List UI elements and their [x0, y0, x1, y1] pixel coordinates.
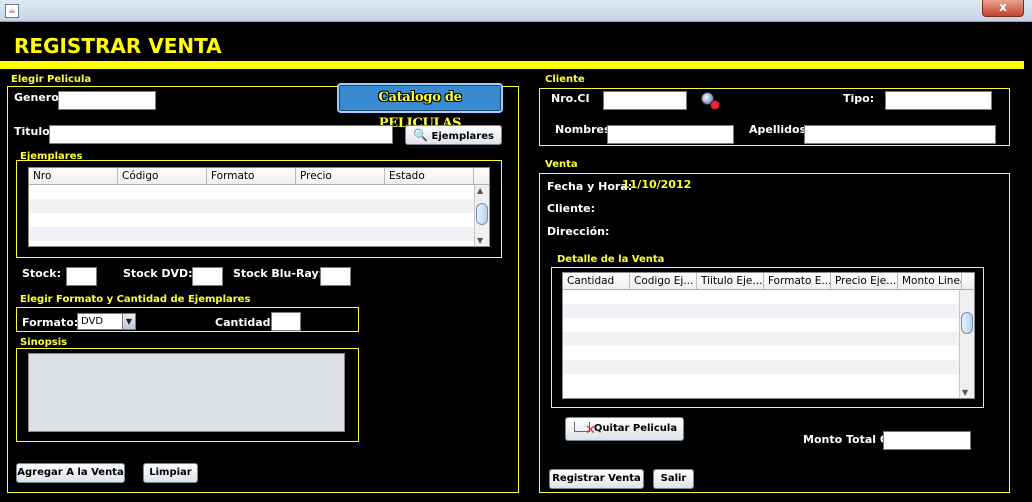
formato-section-label: Elegir Formato y Cantidad de Ejemplares	[20, 294, 251, 305]
sinopsis-section-label: Sinopsis	[20, 337, 68, 348]
chevron-down-icon[interactable]: ▼	[122, 314, 135, 329]
magnifier-icon: 🔍	[413, 128, 428, 142]
nombres-field[interactable]	[607, 125, 734, 144]
table-row[interactable]	[563, 360, 974, 374]
nombres-label: Nombres:	[555, 123, 615, 136]
registrar-venta-button[interactable]: Registrar Venta	[549, 469, 644, 489]
detalle-table-header: Cantidad Codigo Ej... Tiitulo Eje... For…	[563, 273, 974, 290]
col-monto-linea[interactable]: Monto Linea	[898, 273, 962, 289]
cantidad-label: Cantidad:	[215, 316, 275, 329]
agregar-venta-button[interactable]: Agregar A la Venta	[16, 463, 125, 483]
col-estado[interactable]: Estado	[385, 168, 474, 184]
table-row[interactable]	[29, 185, 489, 199]
formato-selected: DVD	[81, 316, 104, 327]
scroll-down-icon[interactable]: ▼	[962, 388, 968, 397]
catalogo-peliculas-button[interactable]: Catalogo de PELICULAS	[337, 83, 503, 131]
table-row[interactable]	[29, 213, 489, 227]
table-row[interactable]	[563, 290, 974, 304]
genero-label: Genero:	[14, 91, 64, 104]
limpiar-button[interactable]: Limpiar	[143, 463, 198, 483]
ejemplares-button-label: Ejemplares	[431, 131, 494, 142]
cart-remove-icon: ✕	[574, 421, 596, 437]
stock-dvd-field[interactable]	[192, 267, 223, 286]
elegir-pelicula-label: Elegir Pelicula	[11, 74, 92, 85]
table-row[interactable]	[563, 304, 974, 318]
stock-dvd-label: Stock DVD:	[123, 267, 193, 280]
table-row[interactable]	[563, 332, 974, 346]
genero-field[interactable]	[58, 91, 156, 110]
cliente-section-label: Cliente	[545, 74, 585, 85]
stock-label: Stock:	[22, 267, 61, 280]
col-codigo[interactable]: Código	[118, 168, 207, 184]
col-nro[interactable]: Nro	[29, 168, 118, 184]
apellidos-label: Apellidos:	[749, 123, 811, 136]
direccion-label: Dirección:	[547, 225, 610, 238]
table-row[interactable]	[563, 346, 974, 360]
ejemplares-scrollbar[interactable]: ▲ ▼	[474, 185, 489, 246]
detalle-scrollbar[interactable]: ▼	[959, 290, 974, 398]
apellidos-field[interactable]	[804, 125, 996, 144]
quitar-pelicula-button[interactable]: ✕ Quitar Pelicula	[565, 417, 684, 441]
scroll-thumb[interactable]	[476, 203, 488, 225]
col-cantidad[interactable]: Cantidad	[563, 273, 630, 289]
sinopsis-textarea[interactable]	[28, 353, 345, 432]
tipo-field[interactable]	[885, 91, 992, 110]
monto-total-field[interactable]	[883, 431, 971, 450]
window-titlebar: ☕ x	[0, 0, 1032, 22]
ejemplares-table-header: Nro Código Formato Precio Estado	[29, 168, 489, 185]
nro-ci-field[interactable]	[603, 91, 687, 110]
scroll-down-icon[interactable]: ▼	[477, 236, 483, 245]
table-row[interactable]	[563, 318, 974, 332]
ejemplares-table[interactable]: Nro Código Formato Precio Estado ▲ ▼	[28, 167, 490, 247]
titulo-field[interactable]	[49, 125, 393, 144]
table-row[interactable]	[563, 374, 974, 388]
detalle-section-label: Detalle de la Venta	[557, 254, 665, 265]
col-titulo-ej[interactable]: Tiitulo Eje...	[697, 273, 764, 289]
scroll-up-icon[interactable]: ▲	[477, 186, 483, 195]
cliente-label: Cliente:	[547, 202, 596, 215]
col-formato[interactable]: Formato	[207, 168, 296, 184]
fecha-hora-value: 11/10/2012	[622, 178, 692, 191]
col-precio[interactable]: Precio	[296, 168, 385, 184]
formato-label: Formato:	[22, 316, 79, 329]
table-row[interactable]	[29, 199, 489, 213]
page-title: REGISTRAR VENTA	[14, 34, 222, 58]
registrar-venta-window: REGISTRAR VENTA Elegir Pelicula Genero: …	[0, 22, 1032, 502]
salir-button[interactable]: Salir	[653, 469, 694, 489]
window-close-button[interactable]: x	[982, 0, 1024, 17]
col-precio-ej[interactable]: Precio Eje...	[831, 273, 898, 289]
nro-ci-label: Nro.CI	[551, 92, 590, 105]
col-formato-ej[interactable]: Formato E...	[764, 273, 831, 289]
tipo-label: Tipo:	[843, 92, 875, 105]
detalle-venta-table[interactable]: Cantidad Codigo Ej... Tiitulo Eje... For…	[562, 272, 975, 399]
cantidad-field[interactable]	[271, 312, 301, 331]
search-user-icon[interactable]	[699, 91, 723, 111]
formato-select[interactable]: DVD ▼	[77, 313, 136, 330]
title-divider	[0, 61, 1024, 69]
scroll-thumb[interactable]	[961, 312, 973, 334]
stock-bluray-label: Stock Blu-Ray:	[233, 267, 324, 280]
col-codigo-ej[interactable]: Codigo Ej...	[630, 273, 697, 289]
java-app-icon: ☕	[5, 4, 19, 18]
fecha-hora-label: Fecha y Hora:	[547, 180, 633, 193]
venta-section-label: Venta	[545, 159, 578, 170]
stock-field[interactable]	[66, 267, 97, 286]
ejemplares-button[interactable]: 🔍 Ejemplares	[405, 125, 502, 145]
stock-bluray-field[interactable]	[320, 267, 351, 286]
table-row[interactable]	[29, 227, 489, 241]
